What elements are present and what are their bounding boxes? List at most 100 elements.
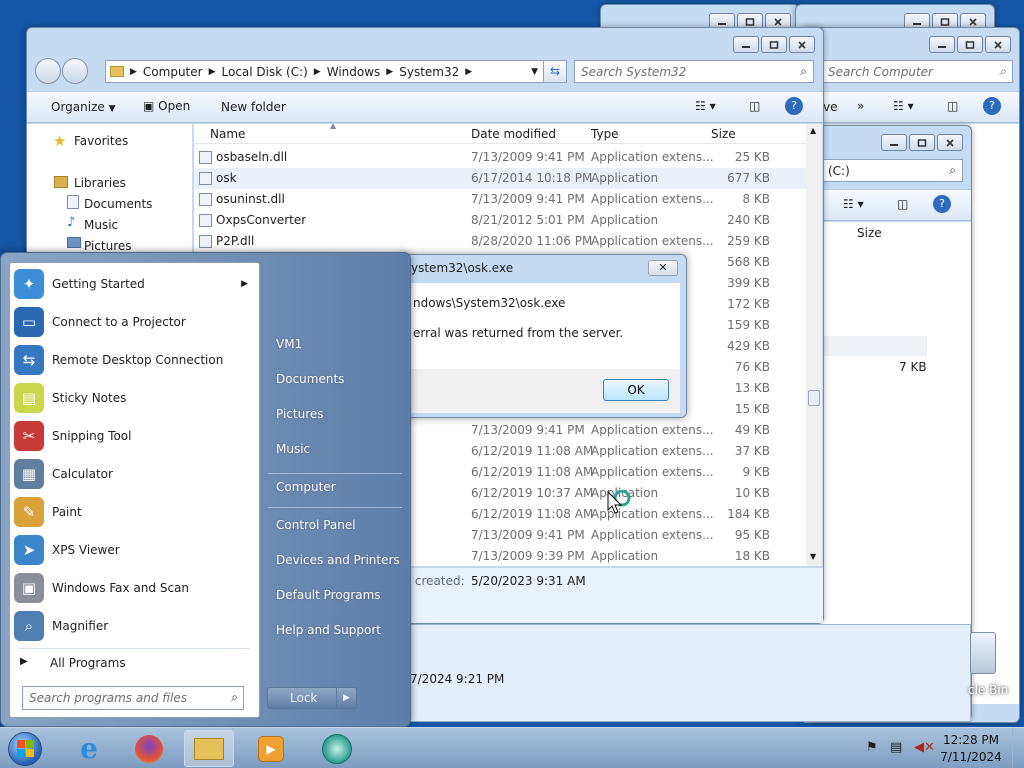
- recycle-bin[interactable]: cle Bin: [966, 632, 1022, 702]
- close-button[interactable]: [789, 36, 815, 53]
- clock[interactable]: 12:28 PM 7/11/2024: [936, 733, 1006, 764]
- breadcrumb-local-disk[interactable]: Local Disk (C:): [222, 65, 308, 79]
- new-folder-button[interactable]: New folder: [221, 100, 286, 114]
- nav-pictures[interactable]: Pictures: [84, 239, 132, 253]
- preview-pane-icon[interactable]: ◫: [749, 99, 760, 113]
- middle-column-size[interactable]: Size: [857, 226, 882, 240]
- minimize-button[interactable]: [881, 134, 907, 151]
- forward-arrow-icon[interactable]: [62, 58, 88, 84]
- scroll-up-icon[interactable]: ▲: [810, 126, 816, 135]
- start-program-item[interactable]: ✂ Snipping Tool: [10, 418, 258, 454]
- file-size: 37 KB: [734, 444, 770, 458]
- file-row[interactable]: osuninst.dll 7/13/2009 9:41 PM Application…: [194, 189, 806, 210]
- firefox-icon[interactable]: [124, 730, 174, 767]
- media-player-icon[interactable]: ▶: [246, 730, 296, 767]
- all-programs-item[interactable]: ▶ All Programs: [16, 653, 252, 675]
- start-right-item[interactable]: Help and Support: [276, 623, 381, 637]
- maximize-button[interactable]: [909, 134, 935, 151]
- internet-explorer-icon[interactable]: e: [64, 730, 114, 767]
- scroll-thumb[interactable]: [808, 390, 820, 406]
- middle-address-bar[interactable]: (C:) ⌕: [821, 159, 963, 182]
- volume-muted-icon[interactable]: ◀✕: [914, 740, 935, 755]
- back-toolbar-partial[interactable]: ve: [823, 100, 837, 114]
- nav-documents[interactable]: Documents: [84, 197, 152, 211]
- start-orb-icon[interactable]: [0, 730, 50, 767]
- breadcrumb-computer[interactable]: Computer: [143, 65, 203, 79]
- address-dropdown-icon[interactable]: ▼: [531, 67, 538, 77]
- breadcrumb-chevron-icon[interactable]: ▶: [465, 67, 472, 77]
- windows-explorer-icon[interactable]: [184, 730, 234, 767]
- start-program-item[interactable]: ▣ Windows Fax and Scan: [10, 570, 258, 606]
- start-right-item[interactable]: Control Panel: [276, 518, 356, 532]
- breadcrumb-chevron-icon[interactable]: ▶: [130, 67, 137, 77]
- help-icon[interactable]: ?: [785, 97, 803, 115]
- nav-favorites[interactable]: Favorites: [74, 134, 128, 148]
- start-program-item[interactable]: ➤ XPS Viewer: [10, 532, 258, 568]
- address-bar[interactable]: ▶ Computer ▶ Local Disk (C:) ▶ Windows ▶…: [105, 60, 545, 83]
- shutdown-options-icon[interactable]: ▶: [336, 688, 356, 708]
- breadcrumb-chevron-icon[interactable]: ▶: [386, 67, 393, 77]
- start-search-input[interactable]: Search programs and files ⌕: [22, 686, 244, 710]
- start-right-item[interactable]: VM1: [276, 337, 302, 351]
- vertical-scrollbar[interactable]: ▲ ▼: [806, 124, 822, 566]
- nav-music[interactable]: Music: [84, 218, 118, 232]
- minimize-button[interactable]: [733, 36, 759, 53]
- close-button[interactable]: [937, 134, 963, 151]
- file-row[interactable]: osbaseln.dll 7/13/2009 9:41 PM Application…: [194, 147, 806, 168]
- nav-libraries[interactable]: Libraries: [74, 176, 126, 190]
- open-button[interactable]: ▣ Open: [143, 99, 190, 113]
- action-center-flag-icon[interactable]: ⚑: [866, 740, 878, 755]
- start-program-item[interactable]: ⌕ Magnifier: [10, 608, 258, 644]
- preview-pane-icon[interactable]: ◫: [947, 99, 958, 113]
- refresh-icon[interactable]: ⇆: [543, 60, 567, 83]
- start-program-item[interactable]: ▤ Sticky Notes: [10, 380, 258, 416]
- start-program-item[interactable]: ▭ Connect to a Projector: [10, 304, 258, 340]
- column-type[interactable]: Type: [591, 127, 619, 141]
- breadcrumb-chevron-icon[interactable]: ▶: [314, 67, 321, 77]
- file-row[interactable]: P2P.dll 8/28/2020 11:06 PM Application ext…: [194, 231, 806, 252]
- start-right-item[interactable]: Documents: [276, 372, 344, 386]
- scroll-down-icon[interactable]: ▼: [810, 552, 816, 561]
- minimize-button[interactable]: [929, 36, 955, 53]
- start-program-item[interactable]: ✎ Paint: [10, 494, 258, 530]
- view-options-icon[interactable]: ☷ ▾: [893, 99, 914, 113]
- magnifier-taskbar-icon[interactable]: [312, 730, 362, 767]
- view-options-icon[interactable]: ☷ ▾: [695, 99, 716, 113]
- more-options-icon[interactable]: »: [857, 99, 864, 113]
- submenu-arrow-icon[interactable]: ▶: [241, 279, 248, 289]
- start-program-item[interactable]: ▦ Calculator: [10, 456, 258, 492]
- breadcrumb-system32[interactable]: System32: [399, 65, 459, 79]
- help-icon[interactable]: ?: [933, 195, 951, 213]
- column-size[interactable]: Size: [711, 127, 736, 141]
- start-program-item[interactable]: ✦ Getting Started ▶: [10, 266, 258, 302]
- start-right-item[interactable]: Default Programs: [276, 588, 381, 602]
- ok-button[interactable]: OK: [603, 379, 669, 401]
- lock-button[interactable]: Lock ▶: [267, 687, 357, 709]
- column-date[interactable]: Date modified: [471, 127, 556, 141]
- view-options-icon[interactable]: ☷ ▾: [843, 197, 864, 211]
- search-icon: ⌕: [800, 64, 807, 78]
- help-icon[interactable]: ?: [983, 97, 1001, 115]
- maximize-button[interactable]: [957, 36, 983, 53]
- network-icon[interactable]: ▤: [890, 740, 902, 755]
- organize-button[interactable]: Organize ▼: [51, 100, 116, 114]
- middle-selected-row[interactable]: [821, 336, 927, 356]
- start-right-item[interactable]: Music: [276, 442, 310, 456]
- dialog-close-button[interactable]: ✕: [648, 260, 678, 276]
- file-row[interactable]: OxpsConverter 8/21/2012 5:01 PM Applicatio…: [194, 210, 806, 231]
- breadcrumb-windows[interactable]: Windows: [327, 65, 381, 79]
- start-right-item[interactable]: Pictures: [276, 407, 324, 421]
- show-desktop-button[interactable]: [1012, 728, 1024, 768]
- preview-pane-icon[interactable]: ◫: [897, 197, 908, 211]
- search-input[interactable]: Search System32 ⌕: [574, 60, 814, 83]
- back-search-input[interactable]: Search Computer ⌕: [821, 60, 1013, 83]
- start-program-item[interactable]: ⇆ Remote Desktop Connection: [10, 342, 258, 378]
- back-arrow-icon[interactable]: [35, 58, 61, 84]
- maximize-button[interactable]: [761, 36, 787, 53]
- start-right-item[interactable]: Computer: [276, 480, 336, 494]
- file-row[interactable]: osk 6/17/2014 10:18 PM Application 677 KB: [194, 168, 806, 189]
- breadcrumb-chevron-icon[interactable]: ▶: [209, 67, 216, 77]
- column-name[interactable]: Name: [210, 127, 245, 141]
- close-button[interactable]: [985, 36, 1011, 53]
- start-right-item[interactable]: Devices and Printers: [276, 553, 400, 567]
